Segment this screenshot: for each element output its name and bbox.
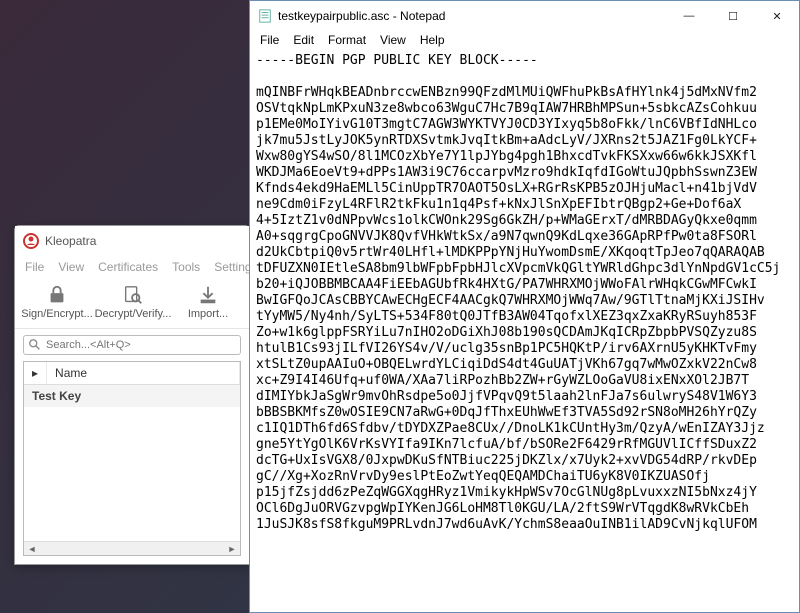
menu-file[interactable]: File (260, 33, 279, 47)
menu-format[interactable]: Format (328, 33, 366, 47)
menu-file[interactable]: File (25, 260, 44, 274)
lock-icon (46, 284, 68, 306)
decrypt-verify-button[interactable]: Decrypt/Verify... (97, 282, 169, 322)
menu-view[interactable]: View (58, 260, 84, 274)
notepad-title: testkeypairpublic.asc - Notepad (278, 9, 445, 23)
kleopatra-title: Kleopatra (45, 234, 96, 248)
menu-tools[interactable]: Tools (172, 260, 200, 274)
horizontal-scrollbar[interactable]: ◄ ► (24, 541, 240, 555)
kleopatra-window: Kleopatra File View Certificates Tools S… (14, 225, 250, 565)
window-controls: — ☐ ✕ (667, 1, 799, 31)
menu-help[interactable]: Help (420, 33, 445, 47)
certificate-list: ▸ Name Test Key ◄ ► (23, 361, 241, 556)
sign-label: Sign/Encrypt... (21, 308, 93, 320)
kleopatra-toolbar: Sign/Encrypt... Decrypt/Verify... Import… (15, 280, 249, 329)
kleopatra-titlebar[interactable]: Kleopatra (15, 226, 249, 256)
import-icon (197, 284, 219, 306)
notepad-menubar: File Edit Format View Help (250, 31, 799, 51)
search-input[interactable] (46, 339, 236, 351)
notepad-titlebar[interactable]: testkeypairpublic.asc - Notepad — ☐ ✕ (250, 1, 799, 31)
menu-settings[interactable]: Setting (214, 260, 251, 274)
search-field[interactable] (23, 335, 241, 355)
list-item[interactable]: Test Key (24, 385, 240, 407)
menu-edit[interactable]: Edit (293, 33, 314, 47)
menu-view[interactable]: View (380, 33, 406, 47)
name-column[interactable]: Name (47, 362, 240, 384)
menu-certificates[interactable]: Certificates (98, 260, 158, 274)
expand-column[interactable]: ▸ (24, 362, 47, 384)
text-content[interactable]: -----BEGIN PGP PUBLIC KEY BLOCK----- mQI… (250, 51, 799, 612)
kleopatra-menubar: File View Certificates Tools Setting (15, 256, 249, 280)
scroll-right-icon[interactable]: ► (226, 544, 238, 554)
kleopatra-icon (23, 233, 39, 249)
search-icon (28, 338, 42, 352)
notepad-icon (258, 9, 272, 23)
maximize-button[interactable]: ☐ (711, 1, 755, 31)
sign-encrypt-button[interactable]: Sign/Encrypt... (21, 282, 93, 322)
list-header: ▸ Name (24, 362, 240, 385)
minimize-button[interactable]: — (667, 1, 711, 31)
close-button[interactable]: ✕ (755, 1, 799, 31)
decrypt-label: Decrypt/Verify... (95, 308, 172, 320)
scroll-left-icon[interactable]: ◄ (26, 544, 38, 554)
import-label: Import... (188, 308, 228, 320)
import-button[interactable]: Import... (173, 282, 243, 322)
notepad-window: testkeypairpublic.asc - Notepad — ☐ ✕ Fi… (249, 0, 800, 613)
document-search-icon (122, 284, 144, 306)
